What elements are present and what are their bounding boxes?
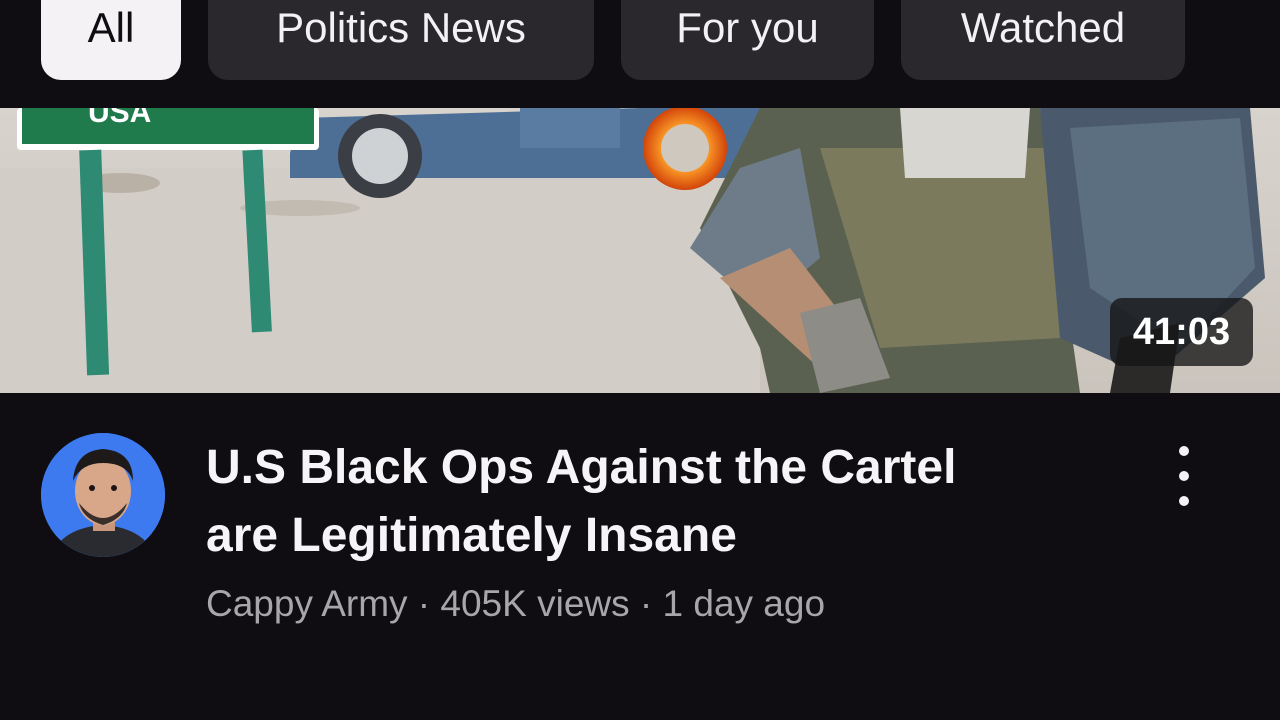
more-vert-icon[interactable] <box>1164 446 1204 506</box>
meta-separator: · <box>407 583 441 624</box>
title-line-2: are Legitimately Insane <box>206 509 737 562</box>
upload-age: 1 day ago <box>662 583 826 624</box>
meta-separator: · <box>629 583 663 624</box>
thumbnail-image: USA <box>0 108 1280 393</box>
chip-politics-news[interactable]: Politics News <box>208 0 594 80</box>
duration-badge: 41:03 <box>1110 298 1253 366</box>
title-line-1: U.S Black Ops Against the Cartel <box>206 441 957 494</box>
view-count: 405K views <box>440 583 630 624</box>
sign-text: USA <box>88 108 151 129</box>
chip-for-you[interactable]: For you <box>621 0 874 80</box>
filter-chip-bar: All Politics News For you Watched <box>0 0 1280 106</box>
channel-avatar[interactable] <box>41 433 165 557</box>
more-dot <box>1179 496 1189 506</box>
channel-name[interactable]: Cappy Army <box>206 583 408 624</box>
video-thumbnail[interactable]: USA <box>0 108 1280 393</box>
video-metadata: Cappy Army · 405K views · 1 day ago <box>206 583 825 625</box>
chip-all[interactable]: All <box>41 0 181 80</box>
chip-watched[interactable]: Watched <box>901 0 1185 80</box>
avatar-image <box>41 433 165 557</box>
video-title[interactable]: U.S Black Ops Against the Cartel are Leg… <box>206 434 1126 570</box>
more-dot <box>1179 471 1189 481</box>
more-dot <box>1179 446 1189 456</box>
